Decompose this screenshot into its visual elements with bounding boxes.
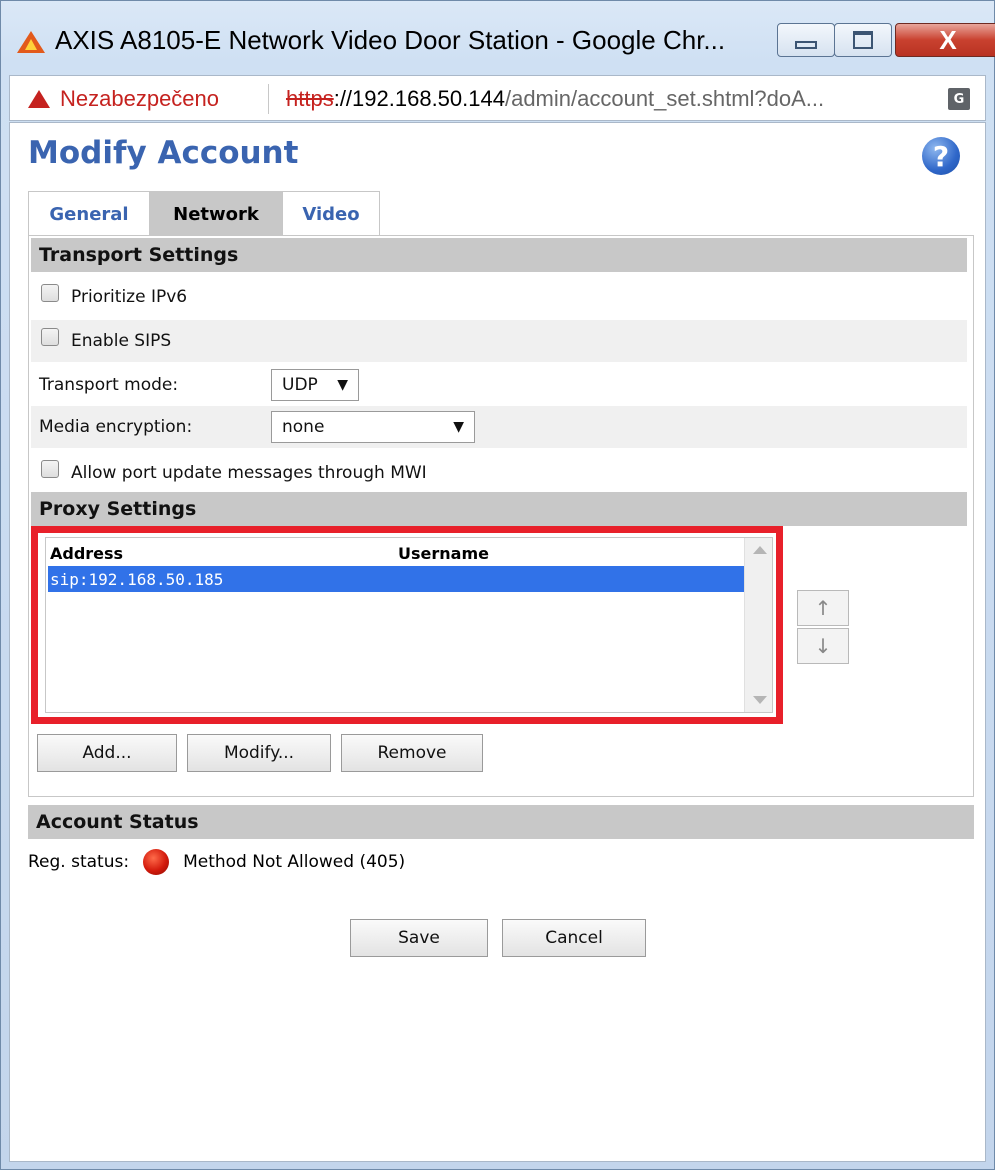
- move-up-button[interactable]: ↑: [797, 590, 849, 626]
- minimize-icon: [795, 41, 817, 49]
- scroll-down-icon[interactable]: [753, 696, 767, 704]
- prioritize-ipv6-label: Prioritize IPv6: [71, 287, 188, 307]
- transport-mode-select[interactable]: UDP ▼: [271, 369, 359, 401]
- proxy-list-scrollbar[interactable]: [744, 538, 772, 712]
- dropdown-arrow-icon: ▼: [337, 377, 348, 393]
- proxy-list[interactable]: Address Username sip:192.168.50.185: [45, 537, 773, 713]
- media-encryption-value: none: [282, 417, 325, 437]
- tab-network[interactable]: Network: [150, 191, 282, 237]
- move-down-button[interactable]: ↓: [797, 628, 849, 664]
- window-title: AXIS A8105-E Network Video Door Station …: [55, 25, 726, 55]
- url-host: ://192.168.50.144: [333, 86, 505, 111]
- transport-mode-label: Transport mode:: [39, 375, 179, 395]
- column-username[interactable]: Username: [398, 544, 489, 563]
- media-encryption-select[interactable]: none ▼: [271, 411, 475, 443]
- page-title: Modify Account: [28, 135, 299, 171]
- modify-button[interactable]: Modify...: [187, 734, 331, 772]
- url-text[interactable]: https://192.168.50.144/admin/account_set…: [286, 86, 824, 112]
- scroll-up-icon[interactable]: [753, 546, 767, 554]
- tab-bar: General Network Video: [28, 191, 380, 237]
- media-encryption-row: Media encryption: none ▼: [31, 406, 967, 448]
- network-panel: Transport Settings Prioritize IPv6 Enabl…: [28, 235, 974, 797]
- prioritize-ipv6-checkbox[interactable]: [41, 284, 59, 302]
- maximize-button[interactable]: [834, 23, 892, 57]
- url-scheme: https: [286, 86, 334, 111]
- close-button[interactable]: X: [895, 23, 995, 57]
- axis-logo-icon: [17, 31, 45, 53]
- minimize-button[interactable]: [777, 23, 835, 57]
- account-status-header: Account Status: [28, 805, 974, 839]
- enable-sips-row: Enable SIPS: [31, 320, 967, 362]
- browser-window: AXIS A8105-E Network Video Door Station …: [0, 0, 995, 1170]
- transport-settings-header: Transport Settings: [31, 238, 967, 272]
- dropdown-arrow-icon: ▼: [453, 419, 464, 435]
- status-indicator-icon: [143, 849, 170, 875]
- proxy-list-header: Address Username: [50, 544, 750, 563]
- add-button[interactable]: Add...: [37, 734, 177, 772]
- page-content: Modify Account ? General Network Video T…: [9, 122, 986, 1162]
- arrow-up-icon: ↑: [814, 596, 832, 620]
- arrow-down-icon: ↓: [814, 634, 832, 658]
- maximize-icon: [853, 31, 873, 49]
- window-controls: X: [777, 23, 995, 61]
- proxy-list-highlight: Address Username sip:192.168.50.185: [31, 526, 783, 724]
- column-address[interactable]: Address: [50, 544, 398, 563]
- close-icon: X: [939, 24, 957, 55]
- tab-general[interactable]: General: [28, 191, 150, 237]
- reg-status-value: Method Not Allowed (405): [183, 852, 406, 872]
- proxy-list-row[interactable]: sip:192.168.50.185: [48, 566, 748, 592]
- allow-port-update-label: Allow port update messages through MWI: [71, 463, 427, 483]
- address-separator: [268, 84, 269, 114]
- tab-video[interactable]: Video: [282, 191, 380, 237]
- title-bar[interactable]: AXIS A8105-E Network Video Door Station …: [1, 1, 995, 73]
- enable-sips-label: Enable SIPS: [71, 331, 172, 351]
- prioritize-ipv6-row: Prioritize IPv6: [31, 276, 967, 318]
- transport-mode-value: UDP: [282, 375, 318, 395]
- account-status-row: Reg. status: Method Not Allowed (405): [28, 847, 405, 877]
- cancel-button[interactable]: Cancel: [502, 919, 646, 957]
- reg-status-label: Reg. status:: [28, 852, 130, 872]
- save-button[interactable]: Save: [350, 919, 488, 957]
- media-encryption-label: Media encryption:: [39, 417, 193, 437]
- url-path: /admin/account_set.shtml?doA...: [504, 86, 825, 111]
- address-bar[interactable]: Nezabezpečeno https://192.168.50.144/adm…: [9, 75, 986, 121]
- enable-sips-checkbox[interactable]: [41, 328, 59, 346]
- transport-mode-row: Transport mode: UDP ▼: [31, 364, 967, 406]
- warning-icon[interactable]: [28, 90, 50, 108]
- proxy-address: sip:192.168.50.185: [50, 569, 224, 589]
- allow-port-update-row: Allow port update messages through MWI: [31, 452, 967, 494]
- allow-port-update-checkbox[interactable]: [41, 460, 59, 478]
- security-label[interactable]: Nezabezpečeno: [60, 86, 219, 112]
- help-icon[interactable]: ?: [922, 137, 960, 175]
- proxy-settings-header: Proxy Settings: [31, 492, 967, 526]
- translate-icon[interactable]: G: [948, 88, 970, 110]
- remove-button[interactable]: Remove: [341, 734, 483, 772]
